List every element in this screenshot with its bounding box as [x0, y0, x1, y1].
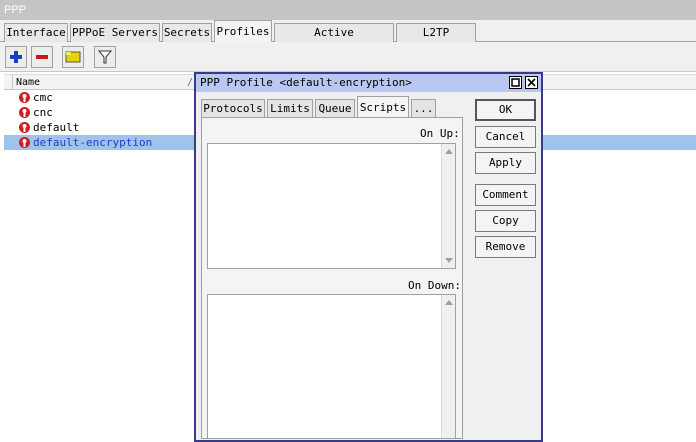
dialog-tab-queue[interactable]: Queue [315, 99, 355, 118]
add-button[interactable] [5, 46, 27, 68]
row-name: cnc [33, 106, 53, 119]
close-button[interactable] [525, 76, 538, 89]
on-down-scrollbar[interactable] [441, 295, 455, 438]
maximize-icon [511, 78, 520, 87]
apply-button[interactable]: Apply [475, 152, 536, 174]
on-down-label: On Down: [408, 279, 461, 292]
profile-icon [19, 122, 30, 133]
scroll-down-icon[interactable] [445, 258, 453, 263]
dialog-tab-more[interactable]: ... [411, 99, 436, 118]
maximize-button[interactable] [509, 76, 522, 89]
tab-active-connections[interactable]: Active Connections [274, 23, 394, 57]
cancel-button[interactable]: Cancel [475, 126, 536, 148]
dialog-tab-protocols[interactable]: Protocols [201, 99, 265, 118]
tab-l2tp-secrets[interactable]: L2TP Secrets [396, 23, 476, 57]
on-up-scrollbar[interactable] [441, 144, 455, 268]
plus-icon [10, 51, 22, 63]
ppp-profile-dialog: PPP Profile <default-encryption> Protoco… [194, 72, 543, 442]
on-up-textarea[interactable] [207, 143, 456, 269]
column-name-header[interactable]: Name [16, 75, 40, 90]
tab-bar: Interface PPPoE Servers Secrets Profiles… [0, 20, 696, 57]
filter-icon [97, 50, 113, 64]
dialog-title-bar[interactable]: PPP Profile <default-encryption> [196, 74, 541, 92]
row-name: cmc [33, 91, 53, 104]
on-up-label: On Up: [420, 127, 460, 140]
ok-button[interactable]: OK [475, 99, 536, 121]
dialog-tab-limits[interactable]: Limits [267, 99, 313, 118]
profile-icon [19, 107, 30, 118]
header-separator [12, 75, 13, 90]
sort-indicator: / [187, 77, 194, 88]
toolbar [0, 42, 696, 72]
filter-button[interactable] [94, 46, 116, 68]
close-icon [527, 78, 536, 87]
scroll-up-icon[interactable] [445, 300, 453, 305]
dialog-tab-scripts[interactable]: Scripts [357, 96, 409, 118]
tab-secrets[interactable]: Secrets [162, 23, 212, 42]
copy-button[interactable]: Copy [475, 210, 536, 232]
on-down-textarea[interactable] [207, 294, 456, 439]
row-name: default [33, 121, 80, 134]
tab-interface[interactable]: Interface [4, 23, 68, 42]
dialog-title: PPP Profile <default-encryption> [200, 76, 412, 89]
note-icon [65, 51, 81, 63]
scripts-panel: On Up: On Down: [201, 117, 463, 439]
comment-dialog-button[interactable]: Comment [475, 184, 536, 206]
scroll-up-icon[interactable] [445, 149, 453, 154]
remove-dialog-button[interactable]: Remove [475, 236, 536, 258]
tab-pppoe-servers[interactable]: PPPoE Servers [70, 23, 160, 42]
remove-button[interactable] [31, 46, 53, 68]
profile-icon [19, 137, 30, 148]
tab-profiles[interactable]: Profiles [214, 20, 272, 43]
minus-icon [36, 55, 48, 59]
window-title: PPP [0, 0, 696, 20]
profile-icon [19, 92, 30, 103]
comment-button[interactable] [62, 46, 84, 68]
row-name: default-encryption [33, 136, 153, 149]
